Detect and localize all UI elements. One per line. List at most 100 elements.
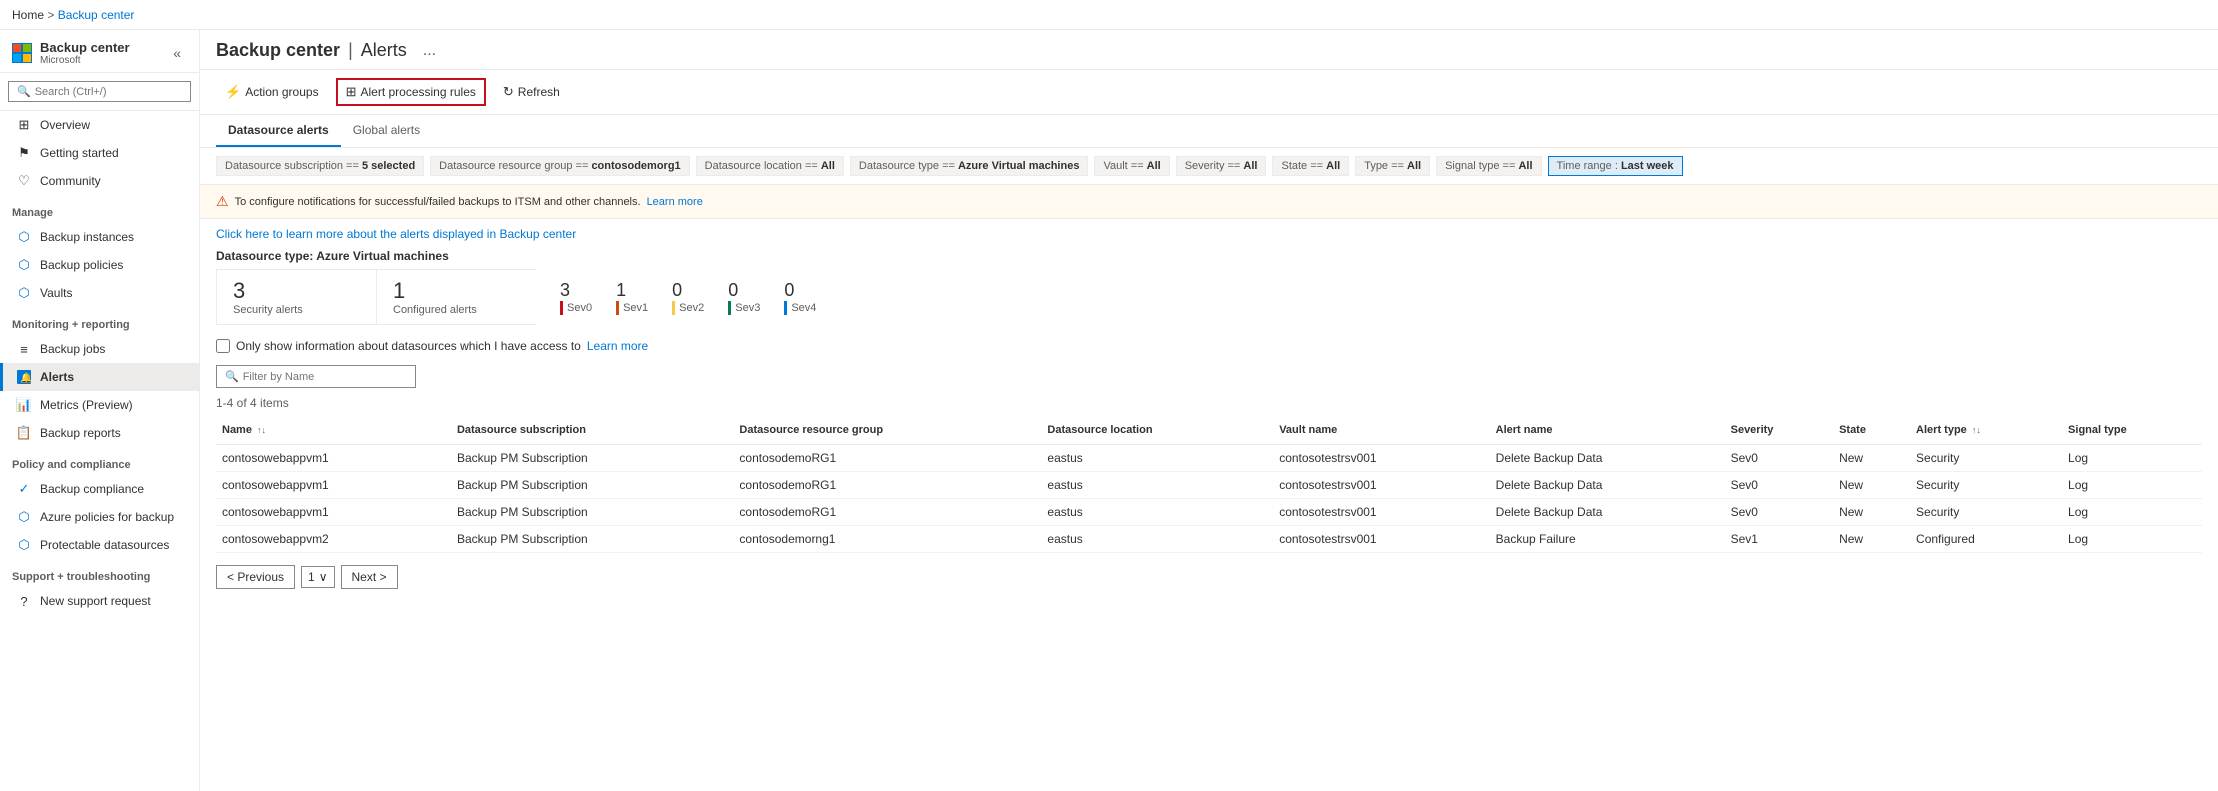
filter-chip-1[interactable]: Datasource resource group == contosodemo… [430,156,690,176]
sort-icon-alert-type[interactable]: ↑↓ [1972,425,1981,435]
page-dropdown-arrow: ∨ [319,570,328,584]
sidebar-item-protectable-datasources[interactable]: ⬡ Protectable datasources [0,531,199,559]
filter-val-0: 5 selected [362,160,415,172]
access-checkbox[interactable] [216,339,230,353]
previous-button[interactable]: < Previous [216,565,295,589]
sev0-label: Sev0 [567,302,592,314]
warning-learn-more-link[interactable]: Learn more [647,196,703,208]
sidebar-item-vaults[interactable]: ⬡ Vaults [0,279,199,307]
cell-location-2: eastus [1041,499,1273,526]
col-label-location: Datasource location [1047,424,1152,436]
sidebar-item-azure-policies[interactable]: ⬡ Azure policies for backup [0,503,199,531]
more-options-icon[interactable]: ... [423,42,436,60]
sev-item-0: 3 Sev0 [560,280,592,315]
sev0-count: 3 [560,280,570,301]
nav-section-manage: Manage [0,195,199,223]
sev1-label: Sev1 [623,302,648,314]
checkbox-learn-more-link[interactable]: Learn more [587,339,648,353]
table-header-row: Name ↑↓ Datasource subscription Datasour… [216,416,2202,445]
stats-section: Datasource type: Azure Virtual machines … [200,245,2218,333]
col-header-alert-name: Alert name [1490,416,1725,445]
filter-key-1: Datasource resource group == [439,160,591,172]
action-groups-button[interactable]: ⚡ Action groups [216,79,328,105]
svg-text:🔔: 🔔 [20,372,31,384]
tab-datasource-alerts[interactable]: Datasource alerts [216,115,341,147]
col-label-alert-type: Alert type [1916,424,1967,436]
sidebar-item-overview[interactable]: ⊞ Overview [0,111,199,139]
filter-val-severity: All [1243,160,1257,172]
breadcrumb-home[interactable]: Home [12,8,44,22]
protectable-datasources-icon: ⬡ [16,537,32,553]
vaults-icon: ⬡ [16,285,32,301]
cell-subscription-1: Backup PM Subscription [451,472,733,499]
search-box[interactable]: 🔍 [8,81,191,102]
filter-chip-2[interactable]: Datasource location == All [696,156,844,176]
col-label-severity: Severity [1731,424,1774,436]
sev0-label-row: Sev0 [560,301,592,315]
search-input[interactable] [35,86,182,98]
sidebar-collapse-btn[interactable]: « [167,43,187,63]
sev3-label-row: Sev3 [728,301,760,315]
sidebar-item-alerts[interactable]: 🔔 Alerts [0,363,199,391]
checkbox-row: Only show information about datasources … [200,333,2218,361]
col-header-name: Name ↑↓ [216,416,451,445]
cell-severity-3: Sev1 [1725,526,1833,553]
cell-severity-1: Sev0 [1725,472,1833,499]
sidebar-title-block: Backup center Microsoft [40,40,130,66]
filter-chip-0[interactable]: Datasource subscription == 5 selected [216,156,424,176]
sidebar-item-getting-started[interactable]: ⚑ Getting started [0,139,199,167]
filter-chip-3[interactable]: Datasource type == Azure Virtual machine… [850,156,1089,176]
tab-global-alerts[interactable]: Global alerts [341,115,432,147]
azure-policies-icon: ⬡ [16,509,32,525]
filter-key-3: Datasource type == [859,160,958,172]
col-header-severity: Severity [1725,416,1833,445]
table-row[interactable]: contosowebappvm1 Backup PM Subscription … [216,472,2202,499]
warning-icon: ⚠ [216,193,229,210]
sidebar-item-backup-policies[interactable]: ⬡ Backup policies [0,251,199,279]
filter-name-box[interactable]: 🔍 [216,365,416,388]
alert-processing-rules-icon: ⊞ [346,84,357,100]
community-icon: ♡ [16,173,32,189]
alert-processing-rules-button[interactable]: ⊞ Alert processing rules [336,78,486,106]
cell-subscription-3: Backup PM Subscription [451,526,733,553]
filter-val-1: contosodemorg1 [591,160,680,172]
search-icon: 🔍 [17,85,31,98]
sidebar-item-backup-compliance[interactable]: ✓ Backup compliance [0,475,199,503]
page-dropdown[interactable]: 1 ∨ [301,566,334,588]
table-container: Name ↑↓ Datasource subscription Datasour… [200,416,2218,553]
info-link[interactable]: Click here to learn more about the alert… [216,227,576,241]
filter-chip-4[interactable]: Vault == All [1094,156,1169,176]
table-row[interactable]: contosowebappvm1 Backup PM Subscription … [216,499,2202,526]
filter-chip-time-range[interactable]: Time range : Last week [1548,156,1683,176]
col-label-subscription: Datasource subscription [457,424,586,436]
sidebar-item-community[interactable]: ♡ Community [0,167,199,195]
refresh-button[interactable]: ↻ Refresh [494,79,569,105]
sidebar-item-backup-jobs[interactable]: ≡ Backup jobs [0,335,199,363]
filter-key-severity: Severity == [1185,160,1244,172]
filter-chip-state[interactable]: State == All [1272,156,1349,176]
table-row[interactable]: contosowebappvm1 Backup PM Subscription … [216,445,2202,472]
cell-signal-type-3: Log [2062,526,2202,553]
filter-chip-type[interactable]: Type == All [1355,156,1430,176]
sidebar-item-backup-instances[interactable]: ⬡ Backup instances [0,223,199,251]
filter-name-input[interactable] [243,371,407,383]
sidebar-item-new-support-request[interactable]: ? New support request [0,587,199,615]
sidebar-item-backup-reports[interactable]: 📋 Backup reports [0,419,199,447]
filter-chip-signal-type[interactable]: Signal type == All [1436,156,1541,176]
top-bar: Home > Backup center [0,0,2218,30]
cell-state-3: New [1833,526,1910,553]
page-title-row: Backup center | Alerts ... [216,40,2202,69]
sidebar-item-metrics[interactable]: 📊 Metrics (Preview) [0,391,199,419]
sort-icon-name[interactable]: ↑↓ [257,425,266,435]
sev2-label-row: Sev2 [672,301,704,315]
table-row[interactable]: contosowebappvm2 Backup PM Subscription … [216,526,2202,553]
refresh-label: Refresh [518,85,560,99]
cell-resource-group-1: contosodemoRG1 [733,472,1041,499]
breadcrumb-current[interactable]: Backup center [58,8,135,22]
sidebar-header: Backup center Microsoft « [0,30,199,73]
next-button[interactable]: Next > [341,565,398,589]
filter-chip-severity[interactable]: Severity == All [1176,156,1267,176]
page-title: Backup center [216,40,340,61]
backup-reports-icon: 📋 [16,425,32,441]
count-label: 1-4 of 4 items [200,394,2218,416]
